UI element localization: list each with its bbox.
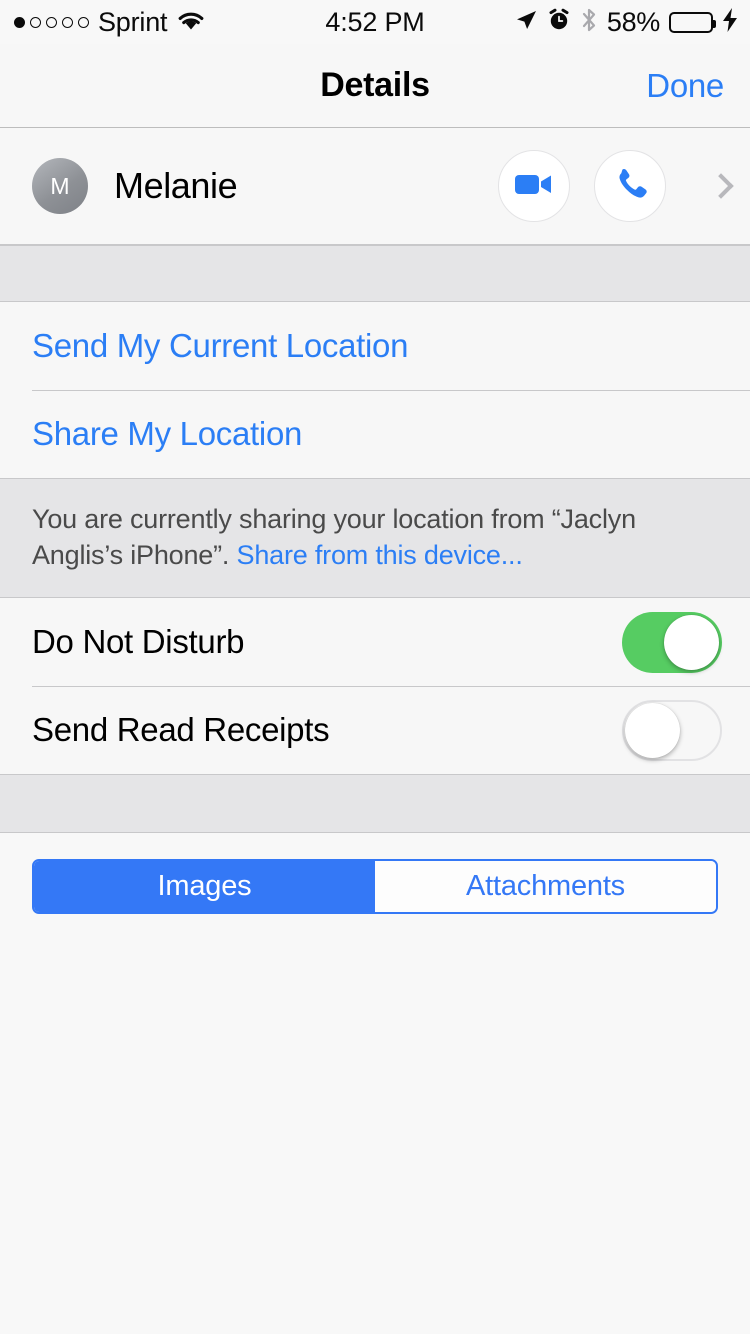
do-not-disturb-toggle[interactable] <box>622 611 722 673</box>
battery-icon <box>669 11 716 33</box>
segmented-control-wrapper: Images Attachments <box>0 833 750 915</box>
lightning-bolt-icon <box>722 7 738 37</box>
alarm-clock-icon <box>547 8 571 37</box>
details-screen: Sprint 4:52 PM 58% Details Done M Melani… <box>0 0 750 1334</box>
share-my-location-row[interactable]: Share My Location <box>0 390 750 478</box>
send-my-current-location-label: Send My Current Location <box>32 327 409 364</box>
switch-section: Do Not Disturb Send Read Receipts <box>0 598 750 775</box>
contact-actions <box>498 150 734 222</box>
done-button[interactable]: Done <box>646 67 724 105</box>
send-read-receipts-label: Send Read Receipts <box>32 711 330 749</box>
tab-images-label: Images <box>157 870 252 903</box>
navigation-bar: Details Done <box>0 44 750 128</box>
share-my-location-label: Share My Location <box>32 415 303 452</box>
avatar-initial: M <box>50 172 70 199</box>
contact-name: Melanie <box>114 165 238 206</box>
chevron-right-icon[interactable] <box>708 173 734 199</box>
avatar: M <box>32 158 88 214</box>
send-my-current-location-row[interactable]: Send My Current Location <box>0 302 750 390</box>
send-read-receipts-row[interactable]: Send Read Receipts <box>0 686 750 775</box>
do-not-disturb-label: Do Not Disturb <box>32 623 245 661</box>
location-arrow-icon <box>514 8 538 37</box>
toggle-knob <box>664 614 719 670</box>
segmented-control[interactable]: Images Attachments <box>32 859 718 915</box>
toggle-knob <box>625 702 680 758</box>
page-title: Details <box>320 66 430 104</box>
share-from-this-device-link[interactable]: Share from this device... <box>237 540 523 570</box>
tab-images[interactable]: Images <box>34 861 375 913</box>
bluetooth-icon <box>580 7 598 38</box>
status-bar-right: 58% <box>514 7 738 38</box>
do-not-disturb-row[interactable]: Do Not Disturb <box>0 598 750 687</box>
section-spacer-bottom <box>0 774 750 834</box>
battery-percent-label: 58% <box>606 6 660 37</box>
tab-attachments-label: Attachments <box>466 870 625 903</box>
phone-call-button[interactable] <box>594 150 666 222</box>
location-sharing-note: You are currently sharing your location … <box>0 478 750 599</box>
video-camera-icon <box>514 170 554 203</box>
send-read-receipts-toggle[interactable] <box>622 699 722 761</box>
status-bar: Sprint 4:52 PM 58% <box>0 0 750 44</box>
section-spacer-top <box>0 245 750 302</box>
phone-handset-icon <box>613 167 647 206</box>
facetime-video-button[interactable] <box>498 150 570 222</box>
location-section: Send My Current Location Share My Locati… <box>0 302 750 478</box>
contact-row[interactable]: M Melanie <box>0 128 750 245</box>
tab-attachments[interactable]: Attachments <box>375 861 716 913</box>
